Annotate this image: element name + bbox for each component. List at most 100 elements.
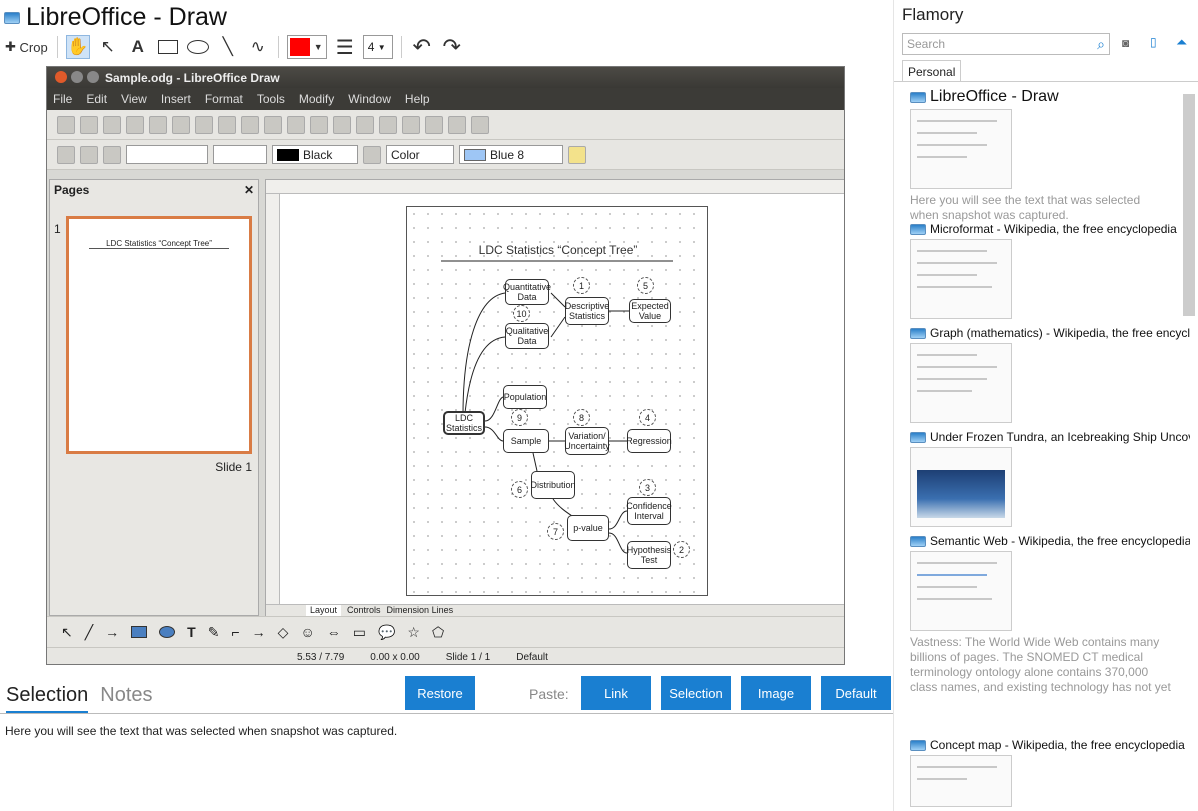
search-icon[interactable]: ⌕ xyxy=(1097,36,1105,53)
annotation-toolbar: ✚ Crop ✋ ↖ A ╲ ∿ ▼ ☰ 4 ▼ ↶ ↷ xyxy=(4,33,464,61)
paste-image-button[interactable]: Image xyxy=(741,676,811,710)
lo-rect-icon xyxy=(131,626,148,638)
text-tool-icon[interactable]: A xyxy=(126,35,150,59)
redo-icon[interactable]: ↷ xyxy=(440,34,464,59)
lo-clone-icon xyxy=(333,115,351,134)
list-item[interactable]: Microformat - Wikipedia, the free encycl… xyxy=(910,222,1190,319)
diagram-number: 2 xyxy=(673,541,690,558)
lo-menu-tools: Tools xyxy=(256,92,285,106)
window-title: LibreOffice - Draw xyxy=(4,3,227,32)
lo-maximize-icon xyxy=(87,71,99,83)
diagram-node: Regression xyxy=(626,429,672,453)
lo-flowchart-icon: ▭ xyxy=(352,623,366,640)
lo-line-tool-icon: ╱ xyxy=(84,623,94,640)
lo-zoom-icon xyxy=(448,115,466,134)
lo-pdf-icon xyxy=(172,115,190,134)
lo-chart-icon xyxy=(402,115,420,134)
lo-copy-icon xyxy=(287,115,305,134)
diagram-number: 1 xyxy=(573,277,590,294)
lo-menubar: File Edit View Insert Format Tools Modif… xyxy=(47,88,844,110)
lo-arrow-style-icon xyxy=(103,145,121,164)
lo-new-icon xyxy=(57,115,75,134)
ellipse-tool-icon[interactable] xyxy=(186,35,210,59)
lo-status-size: 0.00 x 0.00 xyxy=(370,652,420,663)
list-item[interactable]: Under Frozen Tundra, an Icebreaking Ship… xyxy=(910,430,1190,527)
line-width-icon[interactable]: ☰ xyxy=(333,35,357,59)
lo-points-icon: ⬠ xyxy=(431,623,445,640)
rectangle-tool-icon[interactable] xyxy=(156,35,180,59)
lo-pages-close-icon: ✕ xyxy=(243,183,254,197)
lo-stars-icon: ☆ xyxy=(407,623,420,640)
lo-connector-icon: ⌐ xyxy=(231,624,240,640)
list-item[interactable]: Graph (mathematics) - Wikipedia, the fre… xyxy=(910,326,1190,423)
selection-text-panel[interactable]: Here you will see the text that was sele… xyxy=(0,713,893,811)
lo-undo-icon xyxy=(356,115,374,134)
lo-arrow-icon: → xyxy=(105,624,120,640)
page-icon xyxy=(910,431,926,443)
lo-print-icon xyxy=(195,115,213,134)
snapshot-thumbnail xyxy=(910,755,1012,807)
search-input[interactable]: Search ⌕ xyxy=(902,33,1110,55)
lo-vertical-ruler xyxy=(266,194,280,604)
lo-edit-icon xyxy=(149,115,167,134)
diagram-node: p-value xyxy=(567,515,609,541)
lo-menu-view: View xyxy=(121,92,147,106)
paste-label: Paste: xyxy=(529,686,569,702)
document-icon[interactable]: ▯ xyxy=(1150,35,1157,49)
list-item[interactable]: LibreOffice - Draw Here you will see the… xyxy=(910,88,1190,223)
lo-drawing-canvas: LDC Statistics “Concept Tree” LDC Statis… xyxy=(265,179,844,617)
lo-slide-label: Slide 1 xyxy=(215,460,252,474)
tab-personal[interactable]: Personal xyxy=(902,60,962,82)
diagram-number: 5 xyxy=(637,277,654,294)
line-tool-icon[interactable]: ╲ xyxy=(216,35,240,59)
toolbar-separator xyxy=(400,36,402,58)
page-icon xyxy=(910,739,926,751)
lo-spellcheck-icon xyxy=(218,115,236,134)
snapshot-thumbnail xyxy=(910,343,1012,423)
diagram-number: 6 xyxy=(511,481,528,498)
lo-email-icon xyxy=(126,115,144,134)
diagram-node: Quantitative Data xyxy=(503,279,551,305)
paste-default-button[interactable]: Default xyxy=(821,676,891,710)
diagram-node: Hypothesis Test xyxy=(627,541,671,569)
crop-icon[interactable]: ✚ Crop xyxy=(4,35,49,59)
lo-curve-icon: ✎ xyxy=(207,623,220,640)
bottom-tabs: Selection Notes xyxy=(6,684,153,713)
lo-menu-modify: Modify xyxy=(298,92,335,106)
diagram-node: Descriptive Statistics xyxy=(565,297,609,325)
color-picker[interactable]: ▼ xyxy=(286,35,327,59)
line-width-select[interactable]: 4 ▼ xyxy=(362,35,393,59)
diagram-number: 7 xyxy=(547,523,564,540)
freehand-tool-icon[interactable]: ∿ xyxy=(246,35,270,59)
diagram-number: 4 xyxy=(639,409,656,426)
diagram-node: Variation/ Uncertainty xyxy=(564,427,610,455)
list-item[interactable]: Semantic Web - Wikipedia, the free encyc… xyxy=(910,534,1190,695)
lo-style-icon xyxy=(57,145,75,164)
undo-icon[interactable]: ↶ xyxy=(410,34,434,59)
lo-pages-panel: Pages ✕ 1 LDC Statistics “Concept Tree” S… xyxy=(49,179,259,616)
lo-status-slide: Slide 1 / 1 xyxy=(445,652,491,663)
snapshot-thumbnail xyxy=(910,551,1012,631)
diagram-number: 3 xyxy=(639,479,656,496)
paste-selection-button[interactable]: Selection xyxy=(661,676,731,710)
list-item[interactable]: Concept map - Wikipedia, the free encycl… xyxy=(910,738,1190,807)
lo-standard-toolbar xyxy=(47,110,844,140)
diagram-node: Population xyxy=(503,385,547,409)
diagram-node: Sample xyxy=(503,429,549,453)
diagram-node: Distribution xyxy=(530,471,576,499)
lo-cut-icon xyxy=(264,115,282,134)
page-icon xyxy=(910,327,926,339)
tab-notes[interactable]: Notes xyxy=(100,684,152,713)
tab-selection[interactable]: Selection xyxy=(6,684,89,713)
snapshot-thumbnail xyxy=(910,109,1012,189)
lo-pages-title: Pages xyxy=(54,183,90,197)
page-icon xyxy=(910,223,926,235)
lo-lines-icon: → xyxy=(251,624,266,640)
snapshot-image: Sample.odg - LibreOffice Draw File Edit … xyxy=(46,66,845,665)
pointer-tool-icon[interactable]: ↖ xyxy=(96,35,120,59)
collapse-icon[interactable]: ⏶ xyxy=(1176,34,1187,51)
camera-icon[interactable]: ◙ xyxy=(1122,36,1129,50)
hand-tool-icon[interactable]: ✋ xyxy=(65,35,90,59)
restore-button[interactable]: Restore xyxy=(405,676,475,710)
paste-link-button[interactable]: Link xyxy=(581,676,651,710)
